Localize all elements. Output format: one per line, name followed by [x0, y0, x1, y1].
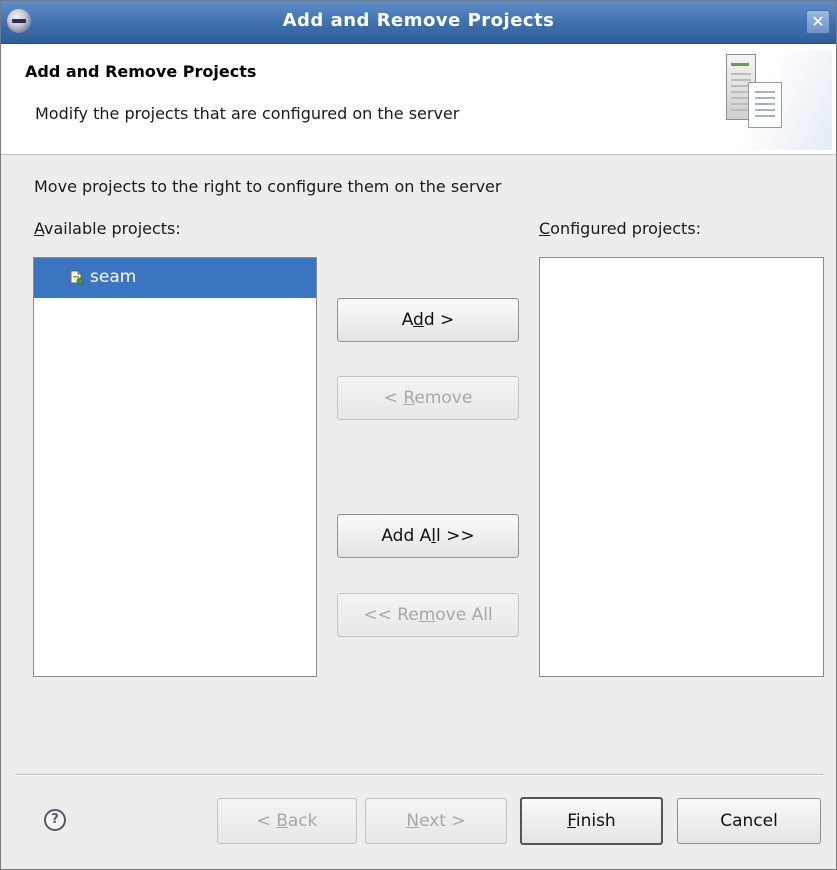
remove-button-mnemonic: R — [403, 388, 415, 408]
project-icon — [70, 270, 84, 285]
document-list-icon — [748, 82, 782, 128]
next-button-mnemonic: N — [406, 811, 420, 831]
finish-button[interactable]: Finish — [520, 797, 663, 845]
finish-button-mnemonic: F — [567, 811, 576, 831]
add-all-button[interactable]: Add All >> — [337, 514, 519, 558]
footer-separator — [15, 774, 823, 776]
configured-label-text: onfigured projects: — [550, 219, 702, 238]
header-description: Modify the projects that are configured … — [35, 104, 460, 123]
instruction-text: Move projects to the right to configure … — [34, 177, 502, 196]
configured-label-mnemonic: C — [539, 219, 551, 238]
next-button-label-rest: ext > — [419, 811, 466, 831]
remove-button[interactable]: < Remove — [337, 376, 519, 420]
dialog-header: Add and Remove Projects Modify the proje… — [1, 44, 836, 155]
remove-all-button[interactable]: << Remove All — [337, 593, 519, 637]
available-label-text: vailable projects: — [44, 219, 181, 238]
configured-projects-label: Configured projects: — [539, 219, 701, 238]
next-button[interactable]: Next > — [365, 798, 507, 844]
finish-button-label-rest: inish — [575, 811, 616, 831]
help-icon[interactable]: ? — [44, 809, 66, 831]
server-banner-icon — [702, 50, 832, 150]
remove-all-button-label-rest: ove All — [435, 605, 493, 625]
back-button-mnemonic: B — [276, 811, 288, 831]
list-item-seam[interactable]: seam — [34, 258, 316, 298]
add-button-label-rest: d > — [423, 310, 455, 330]
remove-all-button-label: << Re — [363, 605, 419, 625]
add-button[interactable]: Add > — [337, 298, 519, 342]
cancel-button[interactable]: Cancel — [677, 798, 821, 844]
dialog-window: Add and Remove Projects ✕ Add and Remove… — [0, 0, 837, 870]
title-bar[interactable]: Add and Remove Projects ✕ — [1, 1, 836, 44]
available-projects-label: Available projects: — [34, 219, 181, 238]
list-item-label: seam — [90, 267, 137, 287]
add-all-button-label-rest: l >> — [436, 526, 475, 546]
remove-button-label-rest: emove — [414, 388, 473, 408]
close-button[interactable]: ✕ — [806, 10, 830, 34]
remove-all-button-mnemonic: m — [418, 605, 436, 625]
remove-button-label: < — [383, 388, 404, 408]
add-button-mnemonic: d — [413, 310, 424, 330]
header-title: Add and Remove Projects — [25, 62, 257, 81]
available-projects-list[interactable]: seam — [33, 257, 317, 677]
back-button-label: < — [256, 811, 277, 831]
back-button-label-rest: ack — [287, 811, 318, 831]
add-all-button-label: Add A — [381, 526, 432, 546]
available-label-mnemonic: A — [34, 219, 45, 238]
window-title: Add and Remove Projects — [282, 10, 555, 31]
back-button[interactable]: < Back — [217, 798, 357, 844]
add-button-label: A — [401, 310, 414, 330]
configured-projects-list[interactable] — [539, 257, 824, 677]
